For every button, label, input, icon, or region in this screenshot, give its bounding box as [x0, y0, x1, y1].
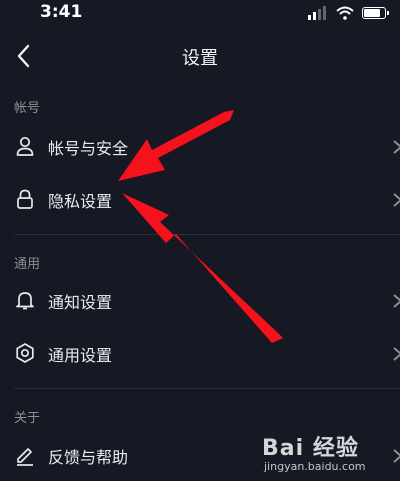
section-header-general: 通用: [14, 257, 41, 272]
settings-item-general[interactable]: 通用设置: [0, 329, 400, 379]
gear-icon: [16, 343, 34, 363]
chevron-right-icon: [393, 449, 400, 463]
settings-item-notifications[interactable]: 通知设置: [0, 276, 400, 326]
section-header-account: 帐号: [14, 101, 41, 116]
status-time: 3:41: [40, 2, 83, 22]
edit-icon: [17, 448, 33, 466]
chevron-right-icon: [393, 140, 400, 154]
settings-item-account-security[interactable]: 帐号与安全: [0, 122, 400, 172]
section-divider: [14, 388, 400, 389]
signal-icon: [308, 6, 326, 20]
chevron-right-icon: [393, 193, 400, 207]
settings-item-label: 帐号与安全: [48, 139, 129, 158]
settings-item-feedback[interactable]: 反馈与帮助: [0, 431, 400, 481]
status-bar: 3:41: [0, 0, 400, 30]
bell-icon: [16, 292, 34, 310]
nav-bar: 设置: [0, 36, 400, 76]
settings-item-label: 隐私设置: [48, 192, 113, 211]
settings-item-label: 通知设置: [48, 293, 113, 312]
settings-item-privacy[interactable]: 隐私设置: [0, 175, 400, 225]
wifi-icon: [336, 6, 354, 20]
user-icon: [16, 136, 34, 156]
battery-icon: [362, 7, 389, 19]
section-header-about: 关于: [14, 411, 41, 426]
lock-icon: [17, 189, 33, 209]
settings-item-label: 反馈与帮助: [48, 448, 129, 467]
section-divider: [14, 234, 400, 235]
settings-item-label: 通用设置: [48, 346, 113, 365]
chevron-right-icon: [393, 347, 400, 361]
page-title: 设置: [182, 48, 218, 69]
chevron-right-icon: [393, 294, 400, 308]
